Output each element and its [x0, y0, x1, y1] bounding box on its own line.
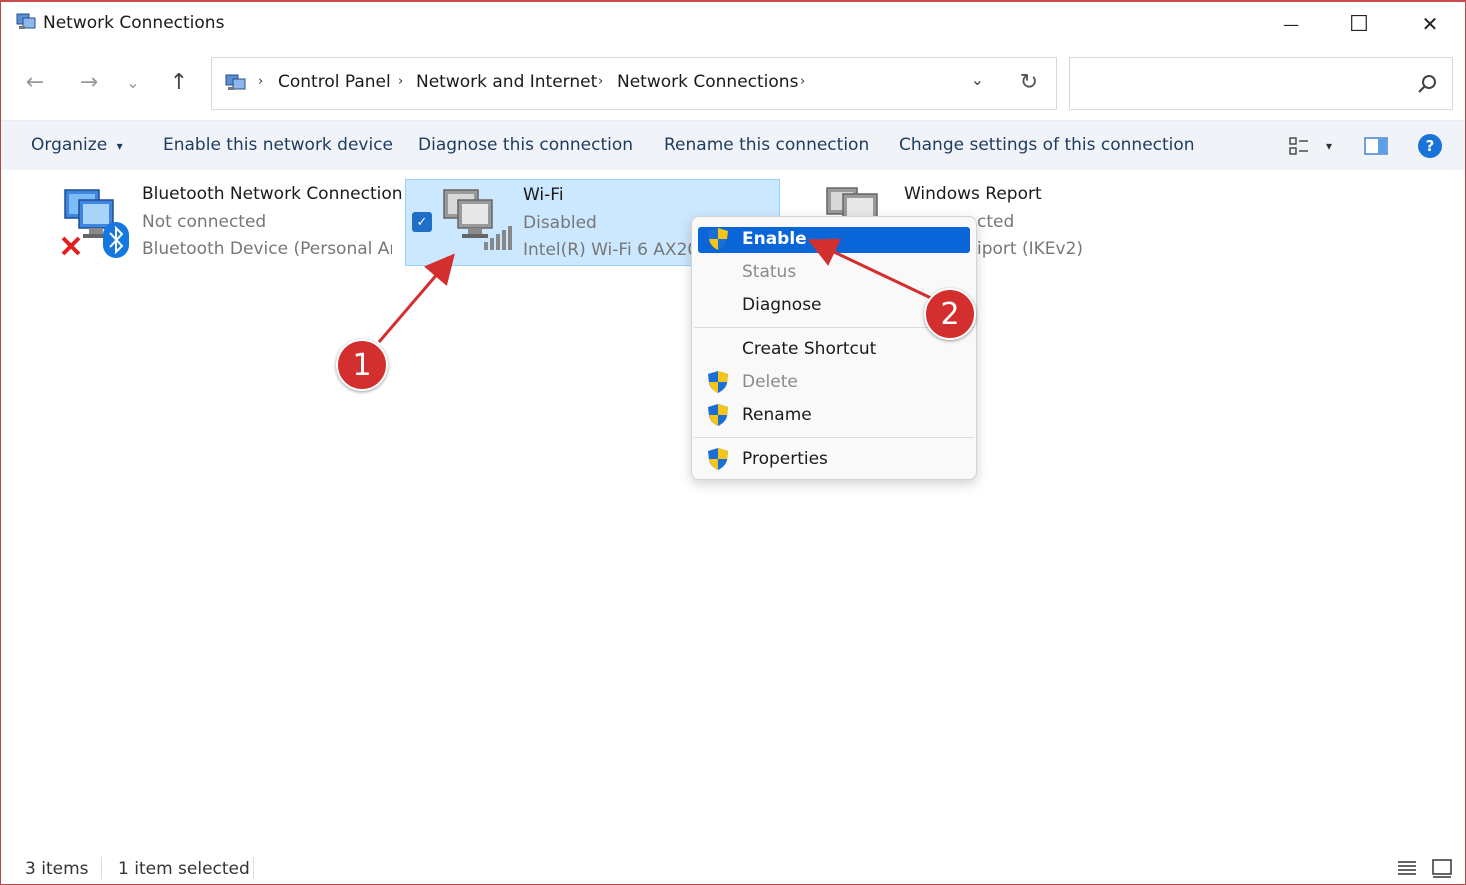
caret-down-icon: ▾	[116, 139, 123, 153]
diagnose-connection-button[interactable]: Diagnose this connection	[418, 135, 633, 155]
rename-connection-button[interactable]: Rename this connection	[664, 135, 869, 155]
menu-separator	[694, 437, 974, 438]
enable-device-button[interactable]: Enable this network device	[163, 135, 393, 155]
back-arrow-icon: ←	[25, 69, 45, 95]
menu-item-properties[interactable]: Properties	[698, 447, 970, 473]
status-separator	[253, 857, 254, 879]
uac-shield-icon	[708, 404, 728, 426]
search-box[interactable]	[1069, 57, 1453, 110]
uac-shield-icon	[708, 228, 728, 250]
caret-down-icon: ▾	[1325, 139, 1333, 153]
minimize-button[interactable]: —	[1256, 2, 1326, 46]
menu-item-label: Rename	[742, 405, 812, 425]
selected-count: 1 item selected	[118, 859, 250, 879]
maximize-button[interactable]: ☐	[1324, 2, 1394, 46]
connection-device: Bluetooth Device (Personal Ar...	[142, 239, 392, 259]
preview-pane-icon	[1364, 137, 1388, 155]
breadcrumb-control-panel[interactable]: Control Panel	[278, 72, 391, 92]
navigation-bar: ← → ⌄ ↑ › Control Panel › Network and In…	[1, 46, 1465, 120]
title-bar: Network Connections — ☐ ✕	[1, 2, 1465, 46]
search-input[interactable]	[1080, 70, 1410, 98]
menu-item-label: Enable	[742, 229, 807, 249]
breadcrumb-separator: ›	[398, 74, 404, 89]
maximize-icon: ☐	[1349, 11, 1369, 37]
minimize-icon: —	[1283, 14, 1299, 34]
connection-name: Wi-Fi	[523, 185, 564, 205]
annotation-callout-2: 2	[924, 288, 976, 340]
forward-button[interactable]: →	[69, 60, 109, 104]
organize-label: Organize	[31, 135, 108, 155]
change-view-button[interactable]	[1287, 131, 1311, 161]
breadcrumb-network-connections[interactable]: Network Connections	[617, 72, 798, 92]
up-button[interactable]: ↑	[159, 60, 199, 104]
recent-locations-button[interactable]: ⌄	[113, 60, 153, 104]
command-bar: Organize ▾ Enable this network device Di…	[1, 120, 1465, 170]
status-bar: 3 items 1 item selected	[1, 847, 1465, 884]
connection-device: iport (IKEv2)	[977, 239, 1084, 259]
network-connections-icon	[16, 13, 36, 29]
network-connections-window: Network Connections — ☐ ✕ ← → ⌄ ↑ › Cont…	[0, 0, 1466, 885]
close-button[interactable]: ✕	[1395, 2, 1465, 46]
bluetooth-icon	[103, 222, 129, 258]
item-count: 3 items	[25, 859, 89, 879]
forward-arrow-icon: →	[79, 69, 99, 95]
menu-item-enable[interactable]: Enable	[698, 227, 970, 253]
connection-name: Bluetooth Network Connection	[142, 184, 403, 204]
uac-shield-icon	[708, 371, 728, 393]
status-separator	[101, 857, 102, 879]
breadcrumb-network-and-internet[interactable]: Network and Internet	[416, 72, 597, 92]
uac-shield-icon	[708, 448, 728, 470]
annotation-callout-1: 1	[336, 339, 388, 391]
refresh-icon[interactable]: ↻	[1020, 70, 1038, 95]
selection-checkbox[interactable]: ✓	[412, 212, 432, 232]
large-icons-view-icon[interactable]	[1431, 857, 1453, 879]
menu-item-status: Status	[698, 260, 970, 286]
menu-item-label: Create Shortcut	[742, 339, 877, 359]
list-item-bluetooth-connection[interactable]: Bluetooth Network Connection Not connect…	[55, 178, 403, 266]
context-menu: Enable Status Diagnose Create Shortcut D…	[691, 216, 977, 480]
address-bar[interactable]: › Control Panel › Network and Internet ›…	[211, 57, 1057, 110]
menu-item-label: Status	[742, 262, 797, 282]
connection-status: Disabled	[523, 213, 597, 233]
menu-item-label: Properties	[742, 449, 828, 469]
close-icon: ✕	[1421, 12, 1439, 36]
wifi-adapter-icon	[443, 189, 512, 250]
breadcrumb-separator: ›	[258, 74, 264, 89]
preview-pane-button[interactable]	[1363, 131, 1389, 161]
help-icon: ?	[1418, 134, 1442, 158]
details-view-icon[interactable]	[1396, 857, 1418, 879]
checkmark-icon: ✓	[416, 214, 428, 230]
help-glyph: ?	[1425, 137, 1435, 155]
connection-device: Intel(R) Wi-Fi 6 AX20	[523, 240, 693, 260]
chevron-down-icon: ⌄	[126, 72, 140, 92]
breadcrumb-separator: ›	[800, 74, 806, 89]
window-title: Network Connections	[43, 13, 225, 33]
menu-item-rename[interactable]: Rename	[698, 403, 970, 429]
connection-status: Not connected	[142, 212, 267, 232]
organize-button[interactable]: Organize ▾	[31, 135, 123, 155]
back-button[interactable]: ←	[15, 60, 55, 104]
menu-item-label: Diagnose	[742, 295, 822, 315]
connection-status: cted	[977, 212, 1015, 232]
view-options-icon	[1289, 137, 1308, 155]
menu-item-create-shortcut[interactable]: Create Shortcut	[698, 337, 970, 363]
change-settings-button[interactable]: Change settings of this connection	[899, 135, 1195, 155]
view-options-dropdown[interactable]: ▾	[1319, 131, 1339, 161]
help-button[interactable]: ?	[1417, 131, 1443, 161]
disconnected-x-icon	[61, 236, 81, 256]
breadcrumb-separator: ›	[598, 74, 604, 89]
up-arrow-icon: ↑	[169, 69, 189, 95]
search-icon[interactable]	[1416, 73, 1438, 95]
menu-item-label: Delete	[742, 372, 798, 392]
menu-item-delete: Delete	[698, 370, 970, 396]
network-folder-icon	[225, 74, 246, 90]
address-dropdown-icon[interactable]: ⌄	[971, 70, 984, 89]
connection-name: Windows Report	[904, 184, 1042, 204]
